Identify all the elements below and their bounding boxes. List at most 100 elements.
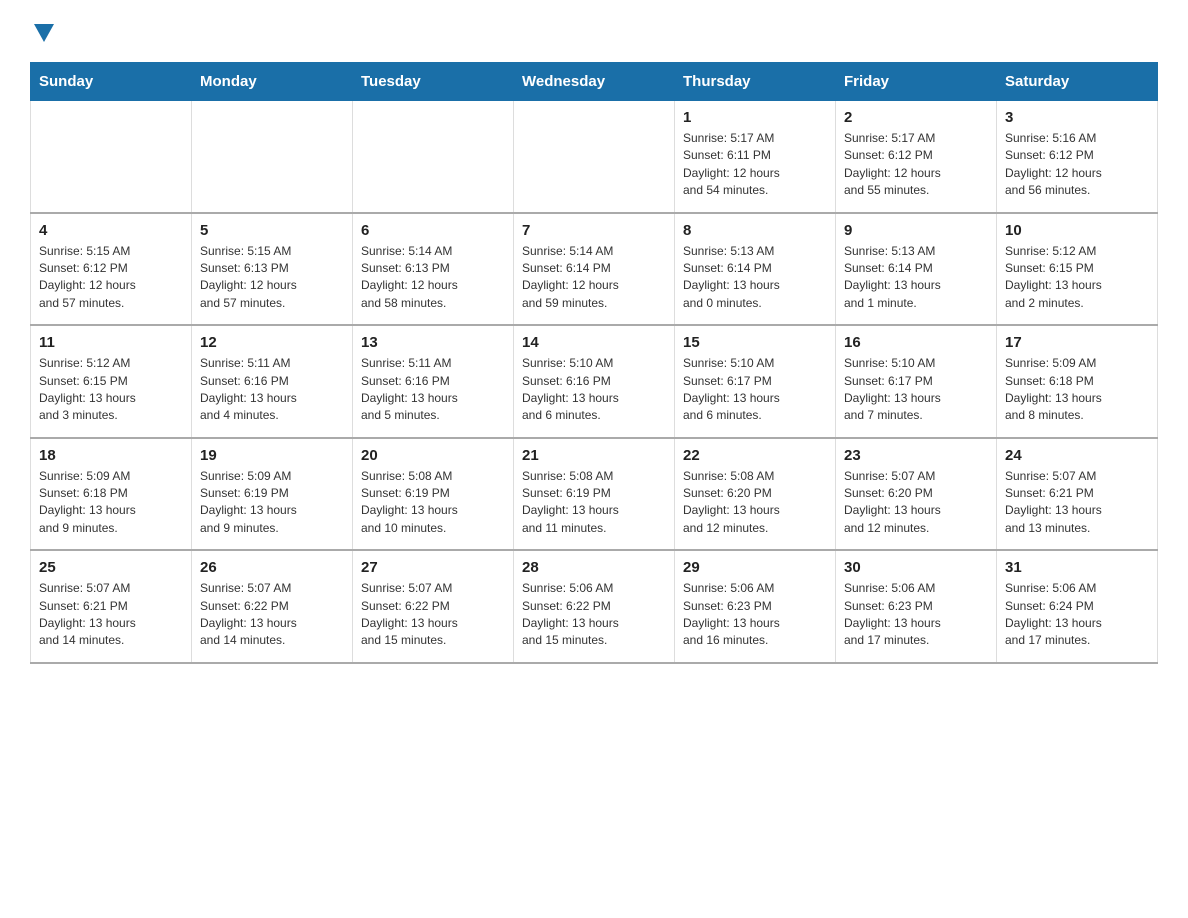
day-number: 17	[1005, 334, 1149, 351]
calendar-cell: 19 Sunrise: 5:09 AM Sunset: 6:19 PM Dayli…	[192, 438, 353, 551]
calendar-header: SundayMondayTuesdayWednesdayThursdayFrid…	[31, 63, 1158, 101]
calendar-cell: 26 Sunrise: 5:07 AM Sunset: 6:22 PM Dayli…	[192, 550, 353, 663]
day-number: 4	[39, 222, 183, 239]
calendar-cell: 31 Sunrise: 5:06 AM Sunset: 6:24 PM Dayli…	[997, 550, 1158, 663]
day-number: 31	[1005, 559, 1149, 576]
day-number: 15	[683, 334, 827, 351]
day-header-friday: Friday	[836, 63, 997, 101]
calendar-cell: 21 Sunrise: 5:08 AM Sunset: 6:19 PM Dayli…	[514, 438, 675, 551]
day-info: Sunrise: 5:09 AM Sunset: 6:18 PM Dayligh…	[1005, 355, 1149, 425]
day-number: 6	[361, 222, 505, 239]
day-number: 28	[522, 559, 666, 576]
calendar-cell: 14Sunrise: 5:10 AM Sunset: 6:16 PM Dayli…	[514, 325, 675, 438]
day-number: 7	[522, 222, 666, 239]
day-info: Sunrise: 5:12 AM Sunset: 6:15 PM Dayligh…	[39, 355, 183, 425]
calendar-cell: 4 Sunrise: 5:15 AM Sunset: 6:12 PM Daylig…	[31, 213, 192, 326]
day-number: 11	[39, 334, 183, 351]
day-number: 25	[39, 559, 183, 576]
day-info: Sunrise: 5:08 AM Sunset: 6:19 PM Dayligh…	[361, 468, 505, 538]
day-header-tuesday: Tuesday	[353, 63, 514, 101]
calendar-week-3: 11 Sunrise: 5:12 AM Sunset: 6:15 PM Dayli…	[31, 325, 1158, 438]
day-info: Sunrise: 5:14 AM Sunset: 6:14 PM Dayligh…	[522, 243, 666, 313]
day-number: 12	[200, 334, 344, 351]
day-info: Sunrise: 5:17 AM Sunset: 6:11 PM Dayligh…	[683, 130, 827, 200]
day-info: Sunrise: 5:07 AM Sunset: 6:21 PM Dayligh…	[39, 580, 183, 650]
day-number: 20	[361, 447, 505, 464]
day-info: Sunrise: 5:07 AM Sunset: 6:20 PM Dayligh…	[844, 468, 988, 538]
calendar-cell	[514, 101, 675, 213]
calendar-cell: 1 Sunrise: 5:17 AM Sunset: 6:11 PM Daylig…	[675, 101, 836, 213]
calendar-cell: 7 Sunrise: 5:14 AM Sunset: 6:14 PM Daylig…	[514, 213, 675, 326]
day-info: Sunrise: 5:11 AM Sunset: 6:16 PM Dayligh…	[200, 355, 344, 425]
day-info: Sunrise: 5:06 AM Sunset: 6:23 PM Dayligh…	[683, 580, 827, 650]
calendar-week-1: 1 Sunrise: 5:17 AM Sunset: 6:11 PM Daylig…	[31, 101, 1158, 213]
day-number: 19	[200, 447, 344, 464]
calendar-cell: 9 Sunrise: 5:13 AM Sunset: 6:14 PM Daylig…	[836, 213, 997, 326]
day-info: Sunrise: 5:07 AM Sunset: 6:22 PM Dayligh…	[200, 580, 344, 650]
day-header-sunday: Sunday	[31, 63, 192, 101]
calendar-cell: 28Sunrise: 5:06 AM Sunset: 6:22 PM Dayli…	[514, 550, 675, 663]
day-number: 1	[683, 109, 827, 126]
day-number: 13	[361, 334, 505, 351]
day-number: 30	[844, 559, 988, 576]
day-info: Sunrise: 5:06 AM Sunset: 6:23 PM Dayligh…	[844, 580, 988, 650]
day-info: Sunrise: 5:08 AM Sunset: 6:19 PM Dayligh…	[522, 468, 666, 538]
calendar-cell	[192, 101, 353, 213]
day-number: 27	[361, 559, 505, 576]
calendar-cell: 13Sunrise: 5:11 AM Sunset: 6:16 PM Dayli…	[353, 325, 514, 438]
calendar-cell: 11 Sunrise: 5:12 AM Sunset: 6:15 PM Dayli…	[31, 325, 192, 438]
calendar-week-5: 25 Sunrise: 5:07 AM Sunset: 6:21 PM Dayli…	[31, 550, 1158, 663]
calendar-cell: 25 Sunrise: 5:07 AM Sunset: 6:21 PM Dayli…	[31, 550, 192, 663]
day-number: 14	[522, 334, 666, 351]
calendar-cell: 17 Sunrise: 5:09 AM Sunset: 6:18 PM Dayli…	[997, 325, 1158, 438]
calendar-cell: 8 Sunrise: 5:13 AM Sunset: 6:14 PM Daylig…	[675, 213, 836, 326]
day-info: Sunrise: 5:16 AM Sunset: 6:12 PM Dayligh…	[1005, 130, 1149, 200]
calendar-week-2: 4 Sunrise: 5:15 AM Sunset: 6:12 PM Daylig…	[31, 213, 1158, 326]
day-info: Sunrise: 5:06 AM Sunset: 6:24 PM Dayligh…	[1005, 580, 1149, 650]
calendar-cell: 27 Sunrise: 5:07 AM Sunset: 6:22 PM Dayli…	[353, 550, 514, 663]
calendar-cell: 20 Sunrise: 5:08 AM Sunset: 6:19 PM Dayli…	[353, 438, 514, 551]
day-header-thursday: Thursday	[675, 63, 836, 101]
day-number: 18	[39, 447, 183, 464]
day-info: Sunrise: 5:10 AM Sunset: 6:17 PM Dayligh…	[683, 355, 827, 425]
calendar-cell: 22Sunrise: 5:08 AM Sunset: 6:20 PM Dayli…	[675, 438, 836, 551]
day-number: 24	[1005, 447, 1149, 464]
calendar-week-4: 18Sunrise: 5:09 AM Sunset: 6:18 PM Dayli…	[31, 438, 1158, 551]
calendar-cell: 10Sunrise: 5:12 AM Sunset: 6:15 PM Dayli…	[997, 213, 1158, 326]
calendar-cell: 29 Sunrise: 5:06 AM Sunset: 6:23 PM Dayli…	[675, 550, 836, 663]
day-number: 8	[683, 222, 827, 239]
logo	[30, 20, 54, 42]
day-info: Sunrise: 5:15 AM Sunset: 6:13 PM Dayligh…	[200, 243, 344, 313]
calendar-cell	[353, 101, 514, 213]
day-number: 2	[844, 109, 988, 126]
day-info: Sunrise: 5:09 AM Sunset: 6:19 PM Dayligh…	[200, 468, 344, 538]
calendar-cell: 12 Sunrise: 5:11 AM Sunset: 6:16 PM Dayli…	[192, 325, 353, 438]
calendar-body: 1 Sunrise: 5:17 AM Sunset: 6:11 PM Daylig…	[31, 101, 1158, 663]
calendar-cell: 24 Sunrise: 5:07 AM Sunset: 6:21 PM Dayli…	[997, 438, 1158, 551]
calendar-cell: 16Sunrise: 5:10 AM Sunset: 6:17 PM Dayli…	[836, 325, 997, 438]
day-number: 21	[522, 447, 666, 464]
day-info: Sunrise: 5:15 AM Sunset: 6:12 PM Dayligh…	[39, 243, 183, 313]
day-header-wednesday: Wednesday	[514, 63, 675, 101]
day-number: 9	[844, 222, 988, 239]
day-info: Sunrise: 5:13 AM Sunset: 6:14 PM Dayligh…	[844, 243, 988, 313]
calendar-cell: 18Sunrise: 5:09 AM Sunset: 6:18 PM Dayli…	[31, 438, 192, 551]
day-info: Sunrise: 5:07 AM Sunset: 6:21 PM Dayligh…	[1005, 468, 1149, 538]
days-of-week-row: SundayMondayTuesdayWednesdayThursdayFrid…	[31, 63, 1158, 101]
day-number: 3	[1005, 109, 1149, 126]
logo-triangle-icon	[34, 24, 54, 42]
day-info: Sunrise: 5:07 AM Sunset: 6:22 PM Dayligh…	[361, 580, 505, 650]
day-number: 10	[1005, 222, 1149, 239]
calendar-cell: 2Sunrise: 5:17 AM Sunset: 6:12 PM Daylig…	[836, 101, 997, 213]
calendar-table: SundayMondayTuesdayWednesdayThursdayFrid…	[30, 62, 1158, 664]
calendar-cell	[31, 101, 192, 213]
day-info: Sunrise: 5:10 AM Sunset: 6:17 PM Dayligh…	[844, 355, 988, 425]
day-header-monday: Monday	[192, 63, 353, 101]
day-number: 29	[683, 559, 827, 576]
day-info: Sunrise: 5:13 AM Sunset: 6:14 PM Dayligh…	[683, 243, 827, 313]
calendar-cell: 15 Sunrise: 5:10 AM Sunset: 6:17 PM Dayli…	[675, 325, 836, 438]
day-number: 26	[200, 559, 344, 576]
day-number: 23	[844, 447, 988, 464]
calendar-cell: 30 Sunrise: 5:06 AM Sunset: 6:23 PM Dayli…	[836, 550, 997, 663]
page-header	[30, 20, 1158, 42]
